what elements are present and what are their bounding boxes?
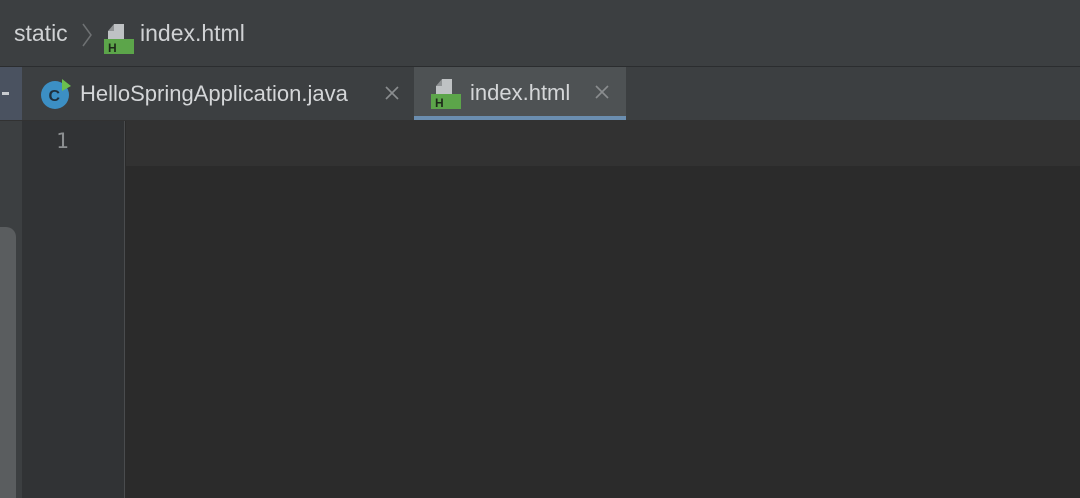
code-editor[interactable]: 1 [0, 121, 1080, 498]
line-number: 1 [56, 129, 69, 153]
editor-tab-bar: C HelloSpringApplication.java H index.ht… [0, 67, 1080, 121]
collapse-panel-button[interactable] [0, 67, 22, 120]
current-line-highlight[interactable] [126, 121, 1080, 166]
scrollbar-thumb[interactable] [0, 227, 16, 498]
breadcrumb: static H index.html [0, 0, 1080, 67]
tab-label: index.html [470, 80, 571, 105]
close-icon[interactable] [384, 85, 400, 101]
breadcrumb-folder-static[interactable]: static [14, 0, 68, 67]
tab-index-html[interactable]: H index.html [414, 67, 626, 120]
tool-window-strip [0, 121, 22, 498]
close-icon[interactable] [594, 84, 610, 100]
line-number-gutter: 1 [22, 121, 125, 498]
minus-icon [2, 92, 9, 95]
html-file-icon: H [104, 24, 134, 54]
breadcrumb-separator-icon [82, 23, 92, 47]
breadcrumb-file-index[interactable]: index.html [140, 0, 245, 67]
svg-text:H: H [435, 96, 444, 109]
svg-text:C: C [49, 88, 61, 105]
tab-hello-spring-application[interactable]: C HelloSpringApplication.java [24, 67, 412, 120]
html-file-icon: H [431, 79, 461, 109]
spring-boot-class-icon: C [41, 79, 71, 109]
tab-label: HelloSpringApplication.java [80, 81, 348, 106]
ide-window: static H index.html C HelloSpringApplica… [0, 0, 1080, 498]
svg-text:H: H [108, 41, 117, 54]
